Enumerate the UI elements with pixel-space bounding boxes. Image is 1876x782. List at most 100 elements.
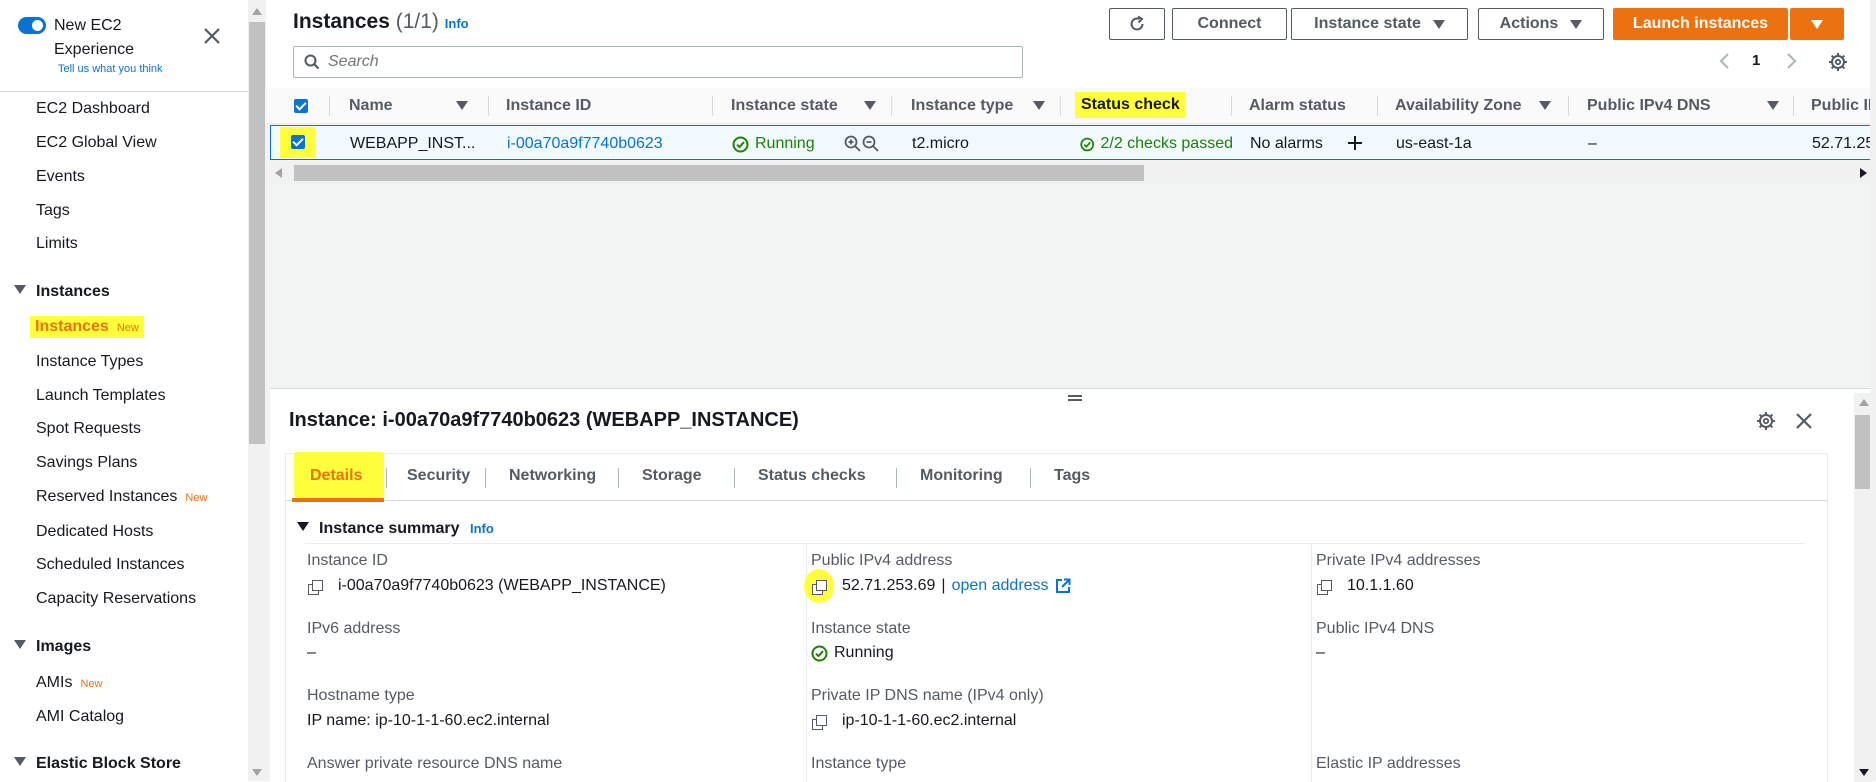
sidebar-title: New EC2 Experience	[54, 17, 135, 58]
field-value-hostname-type: IP name: ip-10-1-1-60.ec2.internal	[307, 712, 550, 729]
tab-monitoring[interactable]: Monitoring	[920, 467, 1003, 485]
refresh-button[interactable]	[1109, 8, 1165, 40]
actions-button[interactable]: Actions	[1478, 8, 1604, 40]
sidebar-item-limits[interactable]: Limits	[36, 235, 78, 253]
horizontal-scrollbar-thumb[interactable]	[294, 165, 1144, 181]
tab-security[interactable]: Security	[407, 467, 470, 485]
cell-alarm-status: No alarms	[1250, 135, 1323, 152]
info-link[interactable]: Info	[445, 16, 469, 31]
column-instance-id[interactable]: Instance ID	[506, 97, 591, 115]
sidebar-item-events[interactable]: Events	[36, 168, 85, 186]
details-close-icon[interactable]	[1794, 411, 1814, 431]
field-value-instance-state: Running	[811, 644, 894, 662]
launch-options-dropdown[interactable]	[1790, 8, 1844, 40]
open-address-link[interactable]: open address	[952, 577, 1049, 595]
sidebar-item-savings-plans[interactable]: Savings Plans	[36, 454, 137, 472]
external-link-icon[interactable]	[1055, 578, 1071, 594]
sort-icon[interactable]	[456, 101, 468, 110]
scroll-right-arrow-icon[interactable]	[1860, 168, 1867, 178]
column-divider	[488, 96, 489, 116]
feedback-link[interactable]: Tell us what you think	[58, 63, 163, 75]
caret-down-icon	[14, 285, 26, 294]
tab-networking[interactable]: Networking	[509, 467, 596, 485]
sidebar-section-images[interactable]: Images	[14, 638, 91, 656]
sort-icon[interactable]	[1767, 101, 1779, 110]
sidebar-item-capacity-reservations[interactable]: Capacity Reservations	[36, 590, 196, 608]
column-availability-zone[interactable]: Availability Zone	[1395, 97, 1522, 115]
sort-icon[interactable]	[1033, 101, 1045, 110]
sidebar-item-ec2-dashboard[interactable]: EC2 Dashboard	[36, 100, 150, 118]
copy-icon[interactable]	[1316, 579, 1332, 595]
sidebar-item-instance-types[interactable]: Instance Types	[36, 353, 143, 371]
sidebar-item-amis[interactable]: AMIs New	[36, 674, 102, 692]
tab-status-checks[interactable]: Status checks	[758, 467, 866, 485]
horizontal-scrollbar[interactable]	[270, 162, 1876, 184]
zoom-in-icon[interactable]	[844, 135, 862, 153]
copy-icon[interactable]	[811, 714, 827, 730]
column-public-ipv4[interactable]: Public IPv4 ...	[1811, 97, 1876, 115]
cell-instance-type: t2.micro	[912, 135, 969, 152]
caret-down-icon	[14, 640, 26, 649]
sidebar-item-scheduled-instances[interactable]: Scheduled Instances	[36, 556, 185, 574]
sidebar-item-launch-templates[interactable]: Launch Templates	[36, 387, 166, 405]
column-name[interactable]: Name	[349, 97, 393, 115]
select-all-checkbox[interactable]	[294, 99, 308, 113]
field-label-instance-id: Instance ID	[307, 552, 388, 569]
column-instance-type[interactable]: Instance type	[911, 97, 1013, 115]
sidebar-item-dedicated-hosts[interactable]: Dedicated Hosts	[36, 523, 153, 541]
tab-tags[interactable]: Tags	[1054, 467, 1090, 485]
sidebar-section-instances[interactable]: Instances	[14, 283, 110, 301]
instance-summary-header[interactable]: Instance summary Info	[297, 520, 494, 538]
cell-public-dns: –	[1588, 135, 1597, 152]
current-page[interactable]: 1	[1752, 52, 1760, 69]
section-label: Elastic Block Store	[36, 755, 181, 772]
scroll-up-arrow-icon[interactable]	[252, 8, 262, 15]
sidebar: New EC2 Experience Tell us what you thin…	[0, 0, 248, 781]
previous-page-icon[interactable]	[1718, 52, 1730, 70]
table-row[interactable]: WEBAPP_INST... i-00a70a9f7740b0623 Runni…	[270, 125, 1876, 160]
tab-storage[interactable]: Storage	[642, 467, 702, 485]
column-alarm-status[interactable]: Alarm status	[1249, 97, 1346, 115]
copy-icon[interactable]	[307, 579, 323, 595]
search-input[interactable]	[328, 51, 1008, 73]
sidebar-item-ec2-global-view[interactable]: EC2 Global View	[36, 134, 157, 152]
scroll-left-arrow-icon[interactable]	[275, 168, 282, 178]
sidebar-item-reserved-instances[interactable]: Reserved Instances New	[36, 488, 207, 506]
sort-icon[interactable]	[1539, 101, 1551, 110]
preferences-gear-icon[interactable]	[1828, 52, 1848, 72]
column-public-ipv4-dns[interactable]: Public IPv4 DNS	[1587, 97, 1711, 115]
details-settings-gear-icon[interactable]	[1756, 411, 1776, 431]
column-instance-state[interactable]: Instance state	[731, 97, 838, 115]
sort-icon[interactable]	[864, 101, 876, 110]
scroll-up-arrow-icon[interactable]	[1859, 399, 1869, 406]
copy-icon[interactable]	[811, 579, 827, 595]
add-alarm-icon[interactable]	[1346, 134, 1364, 152]
page-scrollbar[interactable]	[1870, 0, 1876, 781]
scroll-down-arrow-icon[interactable]	[1859, 769, 1869, 776]
summary-info-link[interactable]: Info	[470, 521, 494, 536]
search-box[interactable]	[293, 46, 1023, 78]
cell-instance-id-link[interactable]: i-00a70a9f7740b0623	[507, 135, 663, 153]
new-experience-toggle[interactable]	[18, 17, 46, 34]
close-icon[interactable]	[200, 24, 224, 48]
sidebar-section-elastic-block-store[interactable]: Elastic Block Store	[14, 755, 181, 773]
row-checkbox[interactable]	[291, 135, 305, 149]
resize-handle[interactable]	[1068, 395, 1082, 401]
sidebar-item-instances[interactable]: Instances New	[30, 316, 144, 338]
button-label: Actions	[1499, 15, 1559, 32]
next-page-icon[interactable]	[1786, 52, 1798, 70]
public-ip-text: 52.71.253.69	[842, 577, 936, 594]
sidebar-item-ami-catalog[interactable]: AMI Catalog	[36, 708, 124, 726]
sidebar-item-spot-requests[interactable]: Spot Requests	[36, 420, 141, 438]
connect-button[interactable]: Connect	[1172, 8, 1287, 40]
column-status-check[interactable]: Status check	[1075, 92, 1186, 118]
sidebar-scrollbar-thumb[interactable]	[249, 22, 265, 444]
tab-details[interactable]: Details	[310, 467, 362, 485]
zoom-out-icon[interactable]	[862, 135, 880, 153]
scroll-down-arrow-icon[interactable]	[252, 769, 262, 776]
details-tabs: Details Security Networking Storage Stat…	[285, 452, 1828, 502]
launch-instances-button[interactable]: Launch instances	[1613, 8, 1788, 40]
instance-state-button[interactable]: Instance state	[1291, 8, 1468, 40]
details-scrollbar-thumb[interactable]	[1855, 415, 1871, 489]
sidebar-item-tags[interactable]: Tags	[36, 202, 70, 220]
